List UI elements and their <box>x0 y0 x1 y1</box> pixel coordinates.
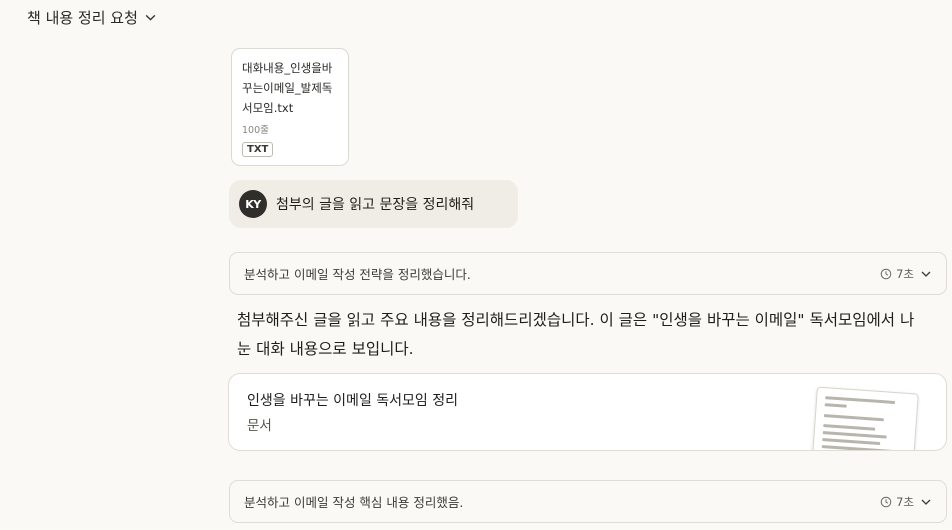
conversation-title-text: 책 내용 정리 요청 <box>27 8 138 27</box>
artifact-card[interactable]: 인생을 바꾸는 이메일 독서모임 정리 문서 <box>228 373 947 451</box>
attachment-line-count: 100줄 <box>242 125 269 136</box>
document-preview-thumbnail <box>811 386 919 450</box>
file-type-badge: TXT <box>242 142 274 157</box>
attachment-card[interactable]: 대화내용_인생을바꾸는이메일_발제독서모임.txt 100줄 TXT <box>231 48 349 166</box>
thinking-label: 분석하고 이메일 작성 핵심 내용 정리했음. <box>244 495 464 510</box>
clock-icon <box>880 496 892 507</box>
duration-text: 7초 <box>896 494 914 509</box>
artifact-title: 인생을 바꾸는 이메일 독서모임 정리 <box>247 393 458 409</box>
clock-icon <box>880 268 892 279</box>
user-message-text: 첨부의 글을 읽고 문장을 정리해줘 <box>276 197 475 213</box>
artifact-type: 문서 <box>247 418 272 434</box>
user-message: KY 첨부의 글을 읽고 문장을 정리해줘 <box>229 180 518 228</box>
thinking-duration: 7초 <box>880 266 914 282</box>
chevron-down-icon[interactable] <box>920 496 932 508</box>
thinking-duration: 7초 <box>880 494 914 510</box>
avatar: KY <box>239 190 267 218</box>
chevron-down-icon <box>145 14 156 21</box>
chevron-down-icon[interactable] <box>920 268 932 280</box>
assistant-reply: 첨부해주신 글을 읽고 주요 내용을 정리해드리겠습니다. 이 글은 "인생을 … <box>237 311 915 358</box>
attachment-filename: 대화내용_인생을바꾸는이메일_발제독서모임.txt <box>242 61 333 115</box>
conversation-title[interactable]: 책 내용 정리 요청 <box>27 6 157 28</box>
thinking-summary-2[interactable]: 분석하고 이메일 작성 핵심 내용 정리했음. 7초 <box>229 480 947 523</box>
thinking-label: 분석하고 이메일 작성 전략을 정리했습니다. <box>244 267 471 282</box>
thinking-summary-1[interactable]: 분석하고 이메일 작성 전략을 정리했습니다. 7초 <box>229 252 947 295</box>
duration-text: 7초 <box>896 266 914 281</box>
